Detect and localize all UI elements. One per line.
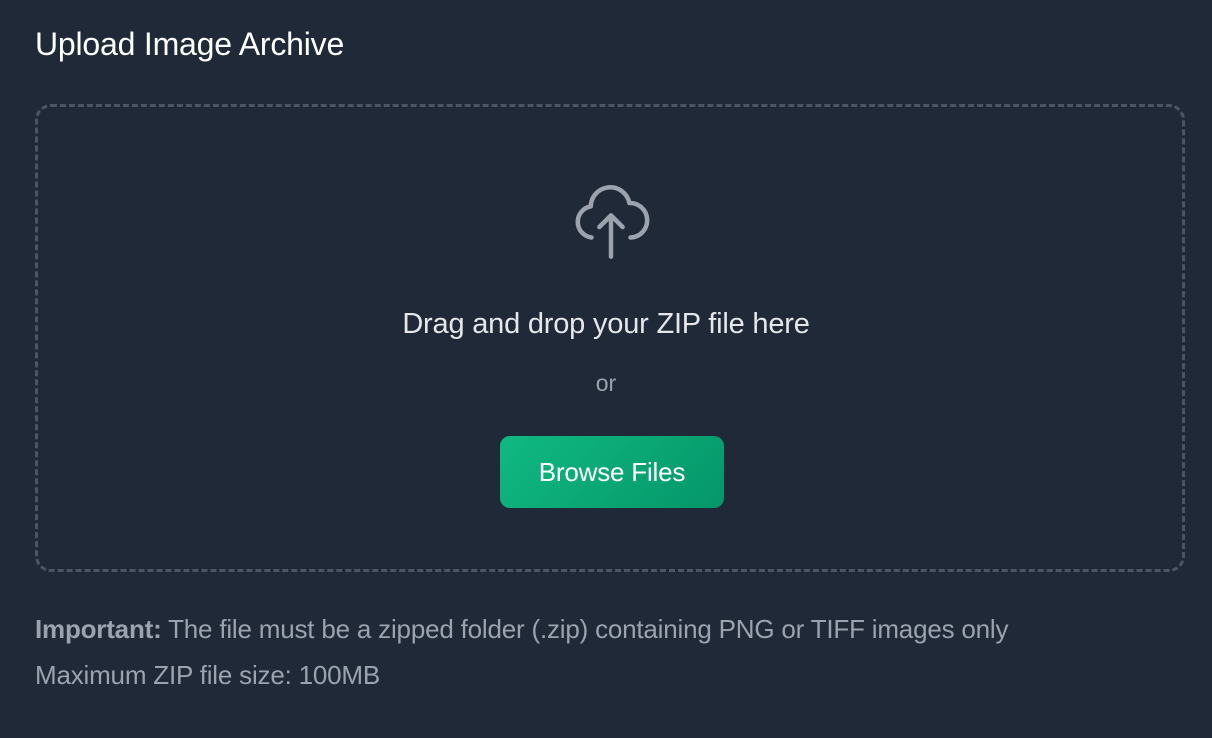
cloud-upload-icon — [575, 185, 650, 259]
important-note: Important: The file must be a zipped fol… — [35, 612, 1009, 646]
browse-files-button[interactable]: Browse Files — [500, 436, 724, 508]
drop-instruction: Drag and drop your ZIP file here — [402, 308, 810, 340]
max-file-size-note: Maximum ZIP file size: 100MB — [35, 660, 381, 690]
or-separator: or — [595, 370, 617, 396]
important-label: Important: — [35, 614, 162, 644]
important-text: The file must be a zipped folder (.zip) … — [161, 614, 1009, 644]
page-title: Upload Image Archive — [35, 26, 345, 62]
